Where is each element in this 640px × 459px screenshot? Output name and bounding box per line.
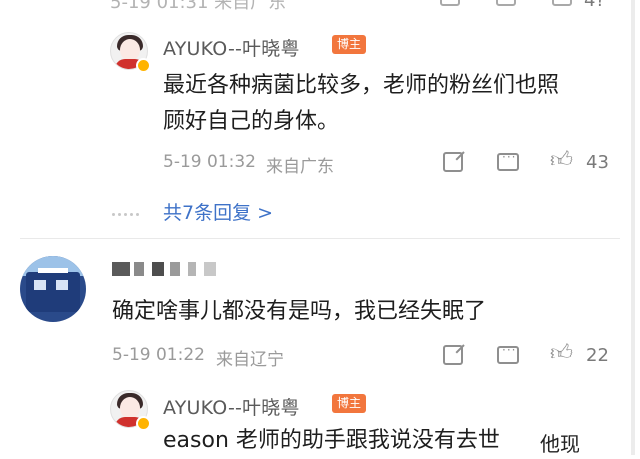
comment-location: 来自辽宁	[216, 350, 284, 370]
reply-text-line1: 最近各种病菌比较多，老师的粉丝们也照	[163, 73, 560, 98]
reply-username[interactable]: AYUKO--叶晓粤	[163, 34, 300, 61]
comment-timestamp: 5-19 01:22	[112, 345, 205, 365]
thread-indicator	[112, 204, 152, 216]
reply-like-count: 43	[586, 152, 609, 173]
share-icon[interactable]	[443, 152, 463, 172]
previous-comment-footer: 5-19 01:31 来自广东 4?	[0, 0, 640, 12]
reply-timestamp: 5-19 01:32	[163, 152, 256, 172]
comment-like-count: 22	[586, 345, 609, 366]
scrollbar[interactable]	[631, 0, 635, 455]
thumbs-up-icon[interactable]: 👍︎	[550, 150, 573, 172]
previous-like-count: 4?	[584, 0, 606, 11]
thumbs-up-icon[interactable]: 👍︎	[550, 343, 573, 365]
view-replies-link[interactable]: 共7条回复 >	[163, 198, 273, 225]
thumbs-up-icon[interactable]	[552, 0, 572, 6]
comment-text: 确定啥事儿都没有是吗，我已经失眠了	[112, 299, 487, 324]
reply-text-line1: eason 老师的助手跟我说没有去世	[163, 428, 500, 453]
avatar[interactable]	[20, 256, 86, 322]
blogger-badge: 博主	[332, 394, 367, 413]
verified-badge-icon	[136, 416, 151, 431]
verified-badge-icon	[136, 58, 151, 73]
username-redacted[interactable]	[112, 262, 222, 278]
divider	[20, 238, 620, 239]
reply-location: 来自广东	[266, 157, 334, 177]
previous-comment-meta: 5-19 01:31 来自广东	[110, 0, 287, 12]
share-icon[interactable]	[440, 0, 460, 6]
comment-icon[interactable]	[496, 0, 516, 6]
comment-icon[interactable]	[497, 343, 519, 364]
reply-username[interactable]: AYUKO--叶晓粤	[163, 393, 300, 420]
blogger-badge: 博主	[332, 35, 367, 54]
comment-icon[interactable]	[497, 150, 519, 171]
watermark: 他现	[540, 432, 580, 456]
share-icon[interactable]	[443, 345, 463, 365]
reply-text-line2: 顾好自己的身体。	[163, 109, 340, 134]
